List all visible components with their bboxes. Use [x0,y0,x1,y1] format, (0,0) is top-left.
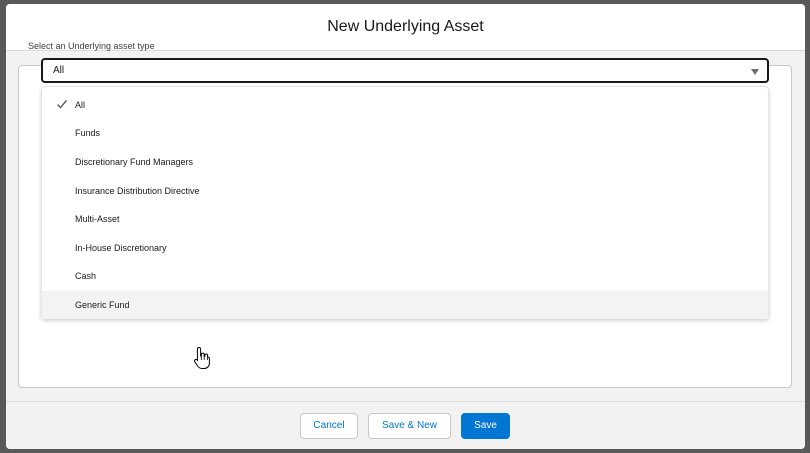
asset-type-select[interactable]: All [41,58,769,83]
modal-footer: Cancel Save & New Save [6,401,805,449]
modal-title: New Underlying Asset [327,18,484,35]
asset-type-label: Select an Underlying asset type [28,41,155,51]
asset-type-dropdown: All Funds Discretionary Fund Managers In… [41,86,769,319]
option-label: In-House Discretionary [75,243,167,253]
option-generic-fund[interactable]: Generic Fund [42,291,768,319]
option-funds[interactable]: Funds [42,119,768,147]
option-label: All [75,100,86,110]
asset-type-selected-value: All [53,65,65,76]
modal-dialog: New Underlying Asset Select an Underlyin… [6,4,805,449]
option-label: Insurance Distribution Directive [75,186,200,196]
save-and-new-button[interactable]: Save & New [368,413,451,439]
check-icon [57,100,68,109]
cancel-button[interactable]: Cancel [300,413,358,439]
option-insurance-distribution-directive[interactable]: Insurance Distribution Directive [42,177,768,205]
option-label: Multi-Asset [75,214,120,224]
option-label: Discretionary Fund Managers [75,157,194,167]
option-all[interactable]: All [42,91,768,119]
option-label: Generic Fund [75,300,130,310]
hand-pointer-icon [194,346,210,369]
option-in-house-discretionary[interactable]: In-House Discretionary [42,234,768,262]
chevron-down-icon [751,69,759,75]
option-cash[interactable]: Cash [42,262,768,290]
option-label: Funds [75,128,101,138]
option-multi-asset[interactable]: Multi-Asset [42,205,768,233]
option-label: Cash [75,271,97,281]
save-button[interactable]: Save [461,413,510,439]
option-discretionary-fund-managers[interactable]: Discretionary Fund Managers [42,148,768,176]
